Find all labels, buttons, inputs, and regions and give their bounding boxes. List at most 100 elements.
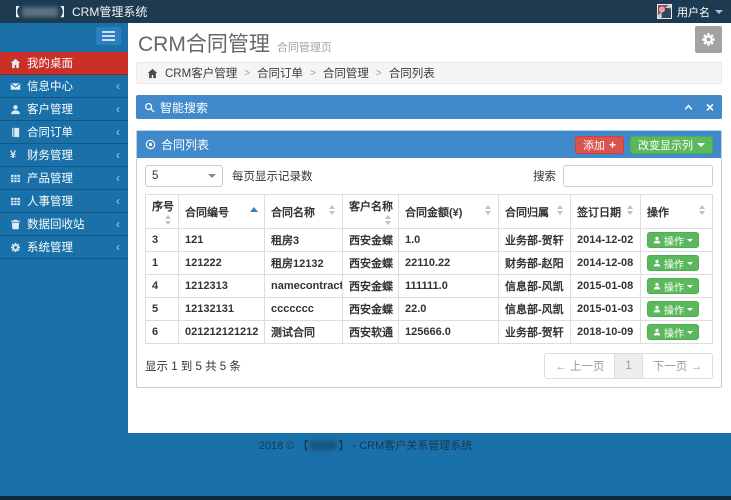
breadcrumb-separator: >: [310, 68, 316, 79]
contract-list-header: 合同列表 添加 + 改变显示列: [137, 131, 721, 158]
sidebar-item-4[interactable]: 合同订单 ‹: [0, 121, 128, 144]
chevron-down-icon: [687, 262, 693, 265]
row-action-button[interactable]: 操作: [647, 232, 699, 248]
row-action-button[interactable]: 操作: [647, 278, 699, 294]
sidebar-item-2[interactable]: 信息中心 ‹: [0, 75, 128, 98]
envelope-icon: [10, 81, 27, 92]
page-subtitle: 合同管理页: [277, 39, 332, 55]
table-row: 6 021212121212 测试合同 西安软通 125666.0 业务部-贺轩…: [146, 321, 713, 344]
breadcrumb-separator: >: [244, 68, 250, 79]
sort-icon: [328, 205, 336, 215]
book-icon: [10, 127, 27, 138]
column-header[interactable]: 合同归属: [499, 195, 571, 229]
user-icon: [653, 236, 661, 244]
column-header[interactable]: 合同名称: [265, 195, 343, 229]
grid-icon: [10, 173, 27, 184]
chevron-left-icon: ‹: [116, 149, 120, 161]
change-columns-button[interactable]: 改变显示列: [630, 136, 713, 154]
sort-icon: [384, 215, 392, 225]
column-header[interactable]: 签订日期: [571, 195, 641, 229]
chevron-down-icon: [208, 174, 216, 178]
chevron-down-icon: [687, 331, 693, 334]
collapse-panel-button[interactable]: [683, 102, 694, 113]
row-action-button[interactable]: 操作: [647, 324, 699, 340]
table-header-row: 序号合同编号合同名称客户名称合同金额(¥)合同归属签订日期操作: [146, 195, 713, 229]
sidebar-item-6[interactable]: 产品管理 ‹: [0, 167, 128, 190]
column-header[interactable]: 客户名称: [343, 195, 399, 229]
sort-icon: [556, 205, 564, 215]
search-panel-title: 智能搜索: [160, 99, 683, 116]
brand-prefix: 【: [8, 3, 20, 20]
table-row: 4 1212313 namecontract 西安金蝶 111111.0 信息部…: [146, 275, 713, 298]
add-button[interactable]: 添加 +: [575, 136, 624, 154]
home-icon: [147, 68, 158, 79]
table-row: 1 121222 租房12132 西安金蝶 22110.22 财务部-赵阳 20…: [146, 252, 713, 275]
chevron-down-icon: [687, 308, 693, 311]
bottom-strip: [0, 496, 731, 500]
sidebar: 我的桌面 信息中心 ‹ 客户管理 ‹ 合同订单 ‹ ¥ 财务管理 ‹ 产品管理 …: [0, 23, 128, 500]
contract-list-body: 5 每页显示记录数 搜索 序号合同编号合同名称客户名称合同金额(¥)合同归属签订…: [137, 158, 721, 387]
main-content: CRM合同管理 合同管理页 CRM客户管理>合同订单>合同管理>合同列表 智能搜…: [128, 23, 731, 433]
chevron-down-icon: [687, 239, 693, 242]
user-name: 用户名: [677, 4, 710, 20]
user-icon: [10, 104, 27, 115]
chevron-left-icon: ‹: [116, 103, 120, 115]
column-header[interactable]: 合同金额(¥): [399, 195, 499, 229]
table-row: 3 121 租房3 西安金蝶 1.0 业务部-贺轩 2014-12-02 操作: [146, 229, 713, 252]
gear-icon: [10, 242, 27, 253]
row-action-button[interactable]: 操作: [647, 255, 699, 271]
user-icon: [653, 305, 661, 313]
sidebar-item-5[interactable]: ¥ 财务管理 ‹: [0, 144, 128, 167]
smart-search-panel: 智能搜索 ×: [136, 95, 722, 119]
prev-page-button[interactable]: ← 上一页: [544, 353, 615, 379]
sidebar-item-1[interactable]: 我的桌面: [0, 52, 128, 75]
sort-icon: [626, 205, 634, 215]
page-1-button[interactable]: 1: [614, 353, 642, 379]
chevron-down-icon: [687, 285, 693, 288]
sidebar-item-9[interactable]: 系统管理 ‹: [0, 236, 128, 259]
close-panel-button[interactable]: ×: [706, 100, 714, 114]
page-size-select[interactable]: 5: [145, 165, 223, 187]
sidebar-item-7[interactable]: 人事管理 ‹: [0, 190, 128, 213]
page-header: CRM合同管理 合同管理页: [138, 28, 332, 58]
gear-icon: [701, 32, 716, 47]
hamburger-icon: [102, 31, 115, 33]
sort-icon: [484, 205, 492, 215]
brand-suffix: 】CRM管理系统: [60, 3, 147, 20]
contracts-table: 序号合同编号合同名称客户名称合同金额(¥)合同归属签订日期操作 3 121 租房…: [145, 194, 713, 344]
page-title: CRM合同管理: [138, 28, 270, 58]
sort-icon: [164, 215, 172, 225]
table-toolbar: 5 每页显示记录数 搜索: [145, 165, 713, 187]
app-brand: 【 】CRM管理系统: [8, 3, 147, 20]
user-icon: [653, 259, 661, 267]
chevron-left-icon: ‹: [116, 195, 120, 207]
avatar: [657, 4, 672, 19]
table-footer: 显示 1 到 5 共 5 条 ← 上一页 1 下一页 →: [145, 353, 713, 379]
column-header[interactable]: 合同编号: [179, 195, 265, 229]
trash-icon: [10, 219, 27, 230]
chevron-left-icon: ‹: [116, 126, 120, 138]
breadcrumb-item[interactable]: 合同订单: [257, 65, 303, 81]
breadcrumb-item[interactable]: CRM客户管理: [165, 65, 237, 81]
user-menu[interactable]: 用户名: [657, 4, 723, 20]
row-action-button[interactable]: 操作: [647, 301, 699, 317]
table-search-input[interactable]: [563, 165, 713, 187]
column-header[interactable]: 操作: [641, 195, 713, 229]
sidebar-item-8[interactable]: 数据回收站 ‹: [0, 213, 128, 236]
yen-icon: ¥: [10, 149, 27, 161]
next-page-button[interactable]: 下一页 →: [642, 353, 713, 379]
crm-app: 【 】CRM管理系统 用户名 我的桌面 信息中心 ‹ 客户管理 ‹ 合同订单 ‹…: [0, 0, 731, 500]
redacted-footer-text: [310, 441, 336, 450]
chevron-left-icon: ‹: [116, 241, 120, 253]
breadcrumb-item[interactable]: 合同列表: [389, 65, 435, 81]
breadcrumb-items: CRM客户管理>合同订单>合同管理>合同列表: [165, 65, 435, 81]
user-icon: [653, 282, 661, 290]
sidebar-toggle-button[interactable]: [96, 27, 121, 45]
column-header[interactable]: 序号: [146, 195, 179, 229]
table-row: 5 12132131 ccccccc 西安金蝶 22.0 信息部-风凯 2015…: [146, 298, 713, 321]
settings-button[interactable]: [695, 26, 722, 53]
footer-suffix: 】 - CRM客户关系管理系统: [338, 437, 472, 453]
sidebar-item-3[interactable]: 客户管理 ‹: [0, 98, 128, 121]
breadcrumb-item[interactable]: 合同管理: [323, 65, 369, 81]
search-label: 搜索: [533, 168, 556, 184]
